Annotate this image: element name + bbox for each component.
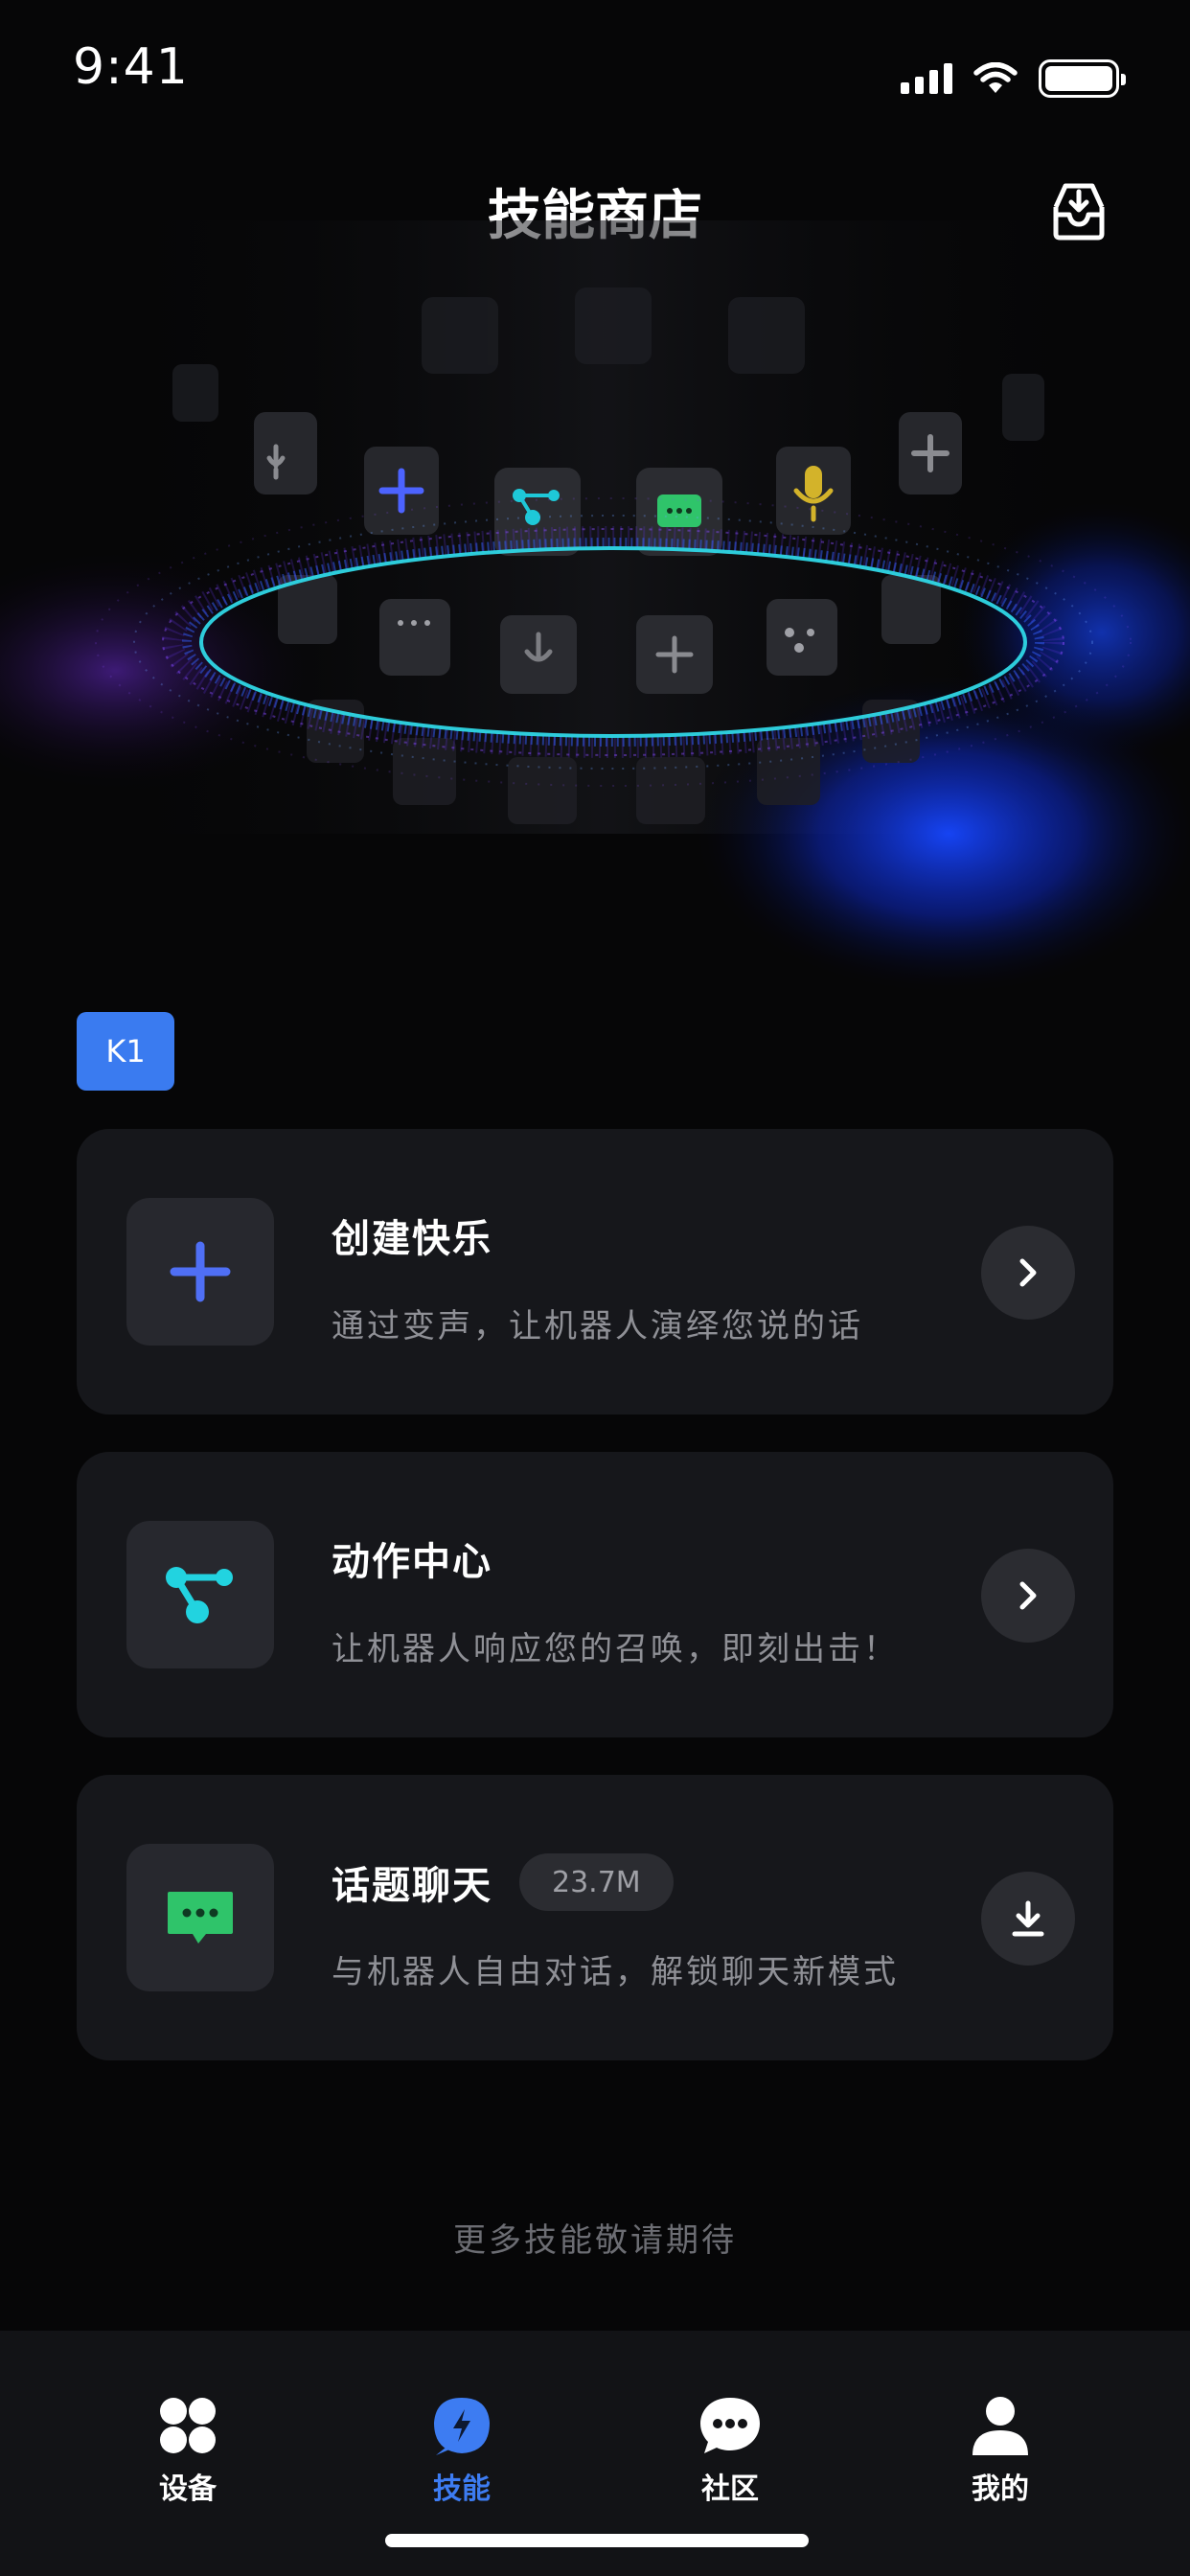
card-icon-tile bbox=[126, 1521, 274, 1668]
card-title-row: 创建快乐 bbox=[332, 1208, 492, 1263]
tab-label: 我的 bbox=[972, 2472, 1029, 2506]
download-size-badge: 23.7M bbox=[519, 1853, 674, 1911]
card-title: 创建快乐 bbox=[332, 1217, 492, 1261]
wifi-icon bbox=[973, 62, 1018, 93]
action-nodes-icon bbox=[166, 1567, 233, 1623]
skill-card-topic-chat[interactable]: 话题聊天 23.7M 与机器人自由对话，解锁聊天新模式 bbox=[77, 1775, 1113, 2060]
tab-label: 社区 bbox=[701, 2472, 759, 2506]
more-skills-note: 更多技能敬请期待 bbox=[453, 2221, 737, 2260]
card-title-row: 动作中心 bbox=[332, 1530, 492, 1586]
card-icon-tile bbox=[126, 1844, 274, 1991]
tab-devices[interactable]: 设备 bbox=[92, 2331, 284, 2522]
skill-card-create-joy[interactable]: 创建快乐 通过变声，让机器人演绎您说的话 bbox=[77, 1129, 1113, 1414]
profile-icon bbox=[973, 2397, 1028, 2455]
battery-icon bbox=[1039, 59, 1126, 98]
card-title: 话题聊天 bbox=[332, 1864, 492, 1908]
open-button[interactable] bbox=[981, 1549, 1075, 1643]
chevron-right-icon bbox=[1019, 1258, 1037, 1287]
tab-profile[interactable]: 我的 bbox=[904, 2331, 1096, 2522]
card-title-row: 话题聊天 23.7M bbox=[332, 1853, 674, 1911]
cellular-signal-icon bbox=[901, 63, 952, 94]
tab-label: 技能 bbox=[433, 2472, 491, 2506]
open-button[interactable] bbox=[981, 1226, 1075, 1320]
skill-bolt-icon bbox=[434, 2398, 490, 2455]
devices-grid-icon bbox=[160, 2398, 216, 2453]
skill-card-action-center[interactable]: 动作中心 让机器人响应您的召唤，即刻出击！ bbox=[77, 1452, 1113, 1737]
card-icon-tile bbox=[126, 1198, 274, 1346]
status-indicators bbox=[901, 59, 1126, 98]
download-button[interactable] bbox=[981, 1872, 1075, 1966]
card-title: 动作中心 bbox=[332, 1540, 492, 1584]
status-bar: 9:41 bbox=[0, 0, 1190, 144]
download-icon bbox=[1012, 1900, 1044, 1937]
skill-store-screen: 9:41 技能商店 K1 创建快乐 通过变声，让机器人演绎您说的话 动作中心 让… bbox=[0, 0, 1190, 2576]
community-chat-icon bbox=[700, 2398, 760, 2453]
status-time: 9:41 bbox=[73, 38, 189, 96]
home-indicator bbox=[385, 2534, 809, 2547]
card-description: 让机器人响应您的召唤，即刻出击！ bbox=[332, 1630, 899, 1668]
hero-illustration bbox=[0, 220, 1190, 997]
tab-label: 设备 bbox=[159, 2472, 217, 2506]
chat-bubble-icon bbox=[168, 1892, 233, 1944]
card-description: 与机器人自由对话，解锁聊天新模式 bbox=[332, 1953, 899, 1991]
card-description: 通过变声，让机器人演绎您说的话 bbox=[332, 1307, 863, 1346]
model-badge[interactable]: K1 bbox=[77, 1012, 174, 1091]
tab-community[interactable]: 社区 bbox=[634, 2331, 826, 2522]
chevron-right-icon bbox=[1019, 1581, 1037, 1610]
tab-skills[interactable]: 技能 bbox=[366, 2331, 558, 2522]
plus-icon bbox=[170, 1241, 231, 1302]
